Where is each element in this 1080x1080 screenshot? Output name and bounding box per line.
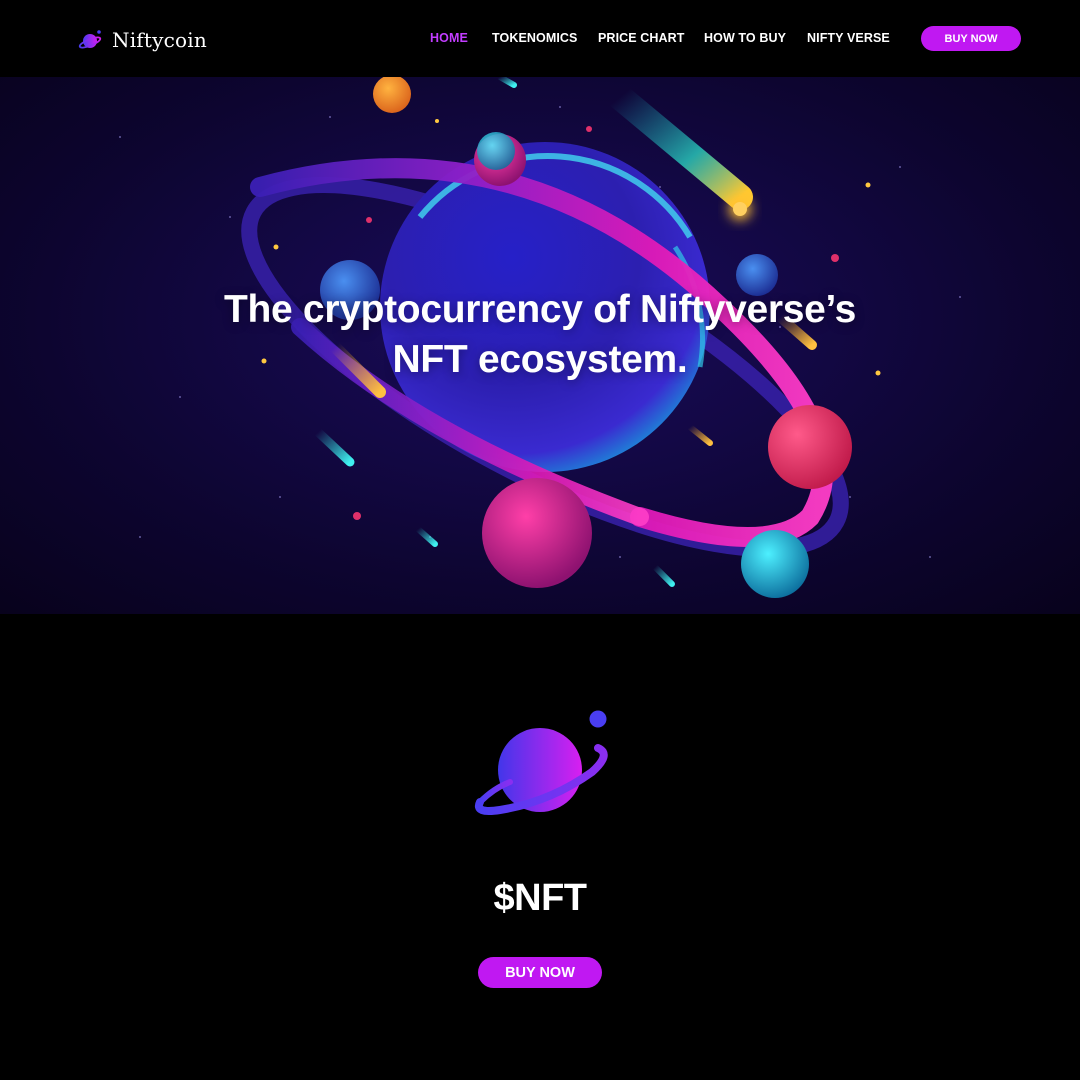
brand-name: Niftycoin (112, 28, 207, 52)
nav-home[interactable]: HOME (430, 31, 468, 45)
top-navbar: Niftycoin HOME TOKENOMICS PRICE CHART HO… (0, 0, 1080, 77)
planet-icon (475, 710, 608, 815)
token-section: $NFT BUY NOW (0, 614, 1080, 1080)
hero-banner: The cryptocurrency of Niftyverse’s NFT e… (0, 77, 1080, 614)
nav-buy-now-button[interactable]: BUY NOW (921, 26, 1021, 51)
brand-link[interactable]: Niftycoin (78, 27, 207, 53)
token-ticker: $NFT (493, 877, 588, 919)
hero-title: The cryptocurrency of Niftyverse’s NFT e… (140, 285, 940, 385)
planet-icon (78, 30, 102, 49)
nav-nifty-verse[interactable]: NIFTY VERSE (807, 31, 890, 45)
nav-price-chart[interactable]: PRICE CHART (598, 31, 685, 45)
hero-title-line-2: NFT ecosystem. (392, 338, 688, 381)
buy-now-button[interactable]: BUY NOW (478, 957, 602, 988)
hero-title-line-1: The cryptocurrency of Niftyverse’s (223, 288, 857, 331)
nav-tokenomics[interactable]: TOKENOMICS (492, 31, 578, 45)
nav-how-to-buy[interactable]: HOW TO BUY (704, 31, 786, 45)
